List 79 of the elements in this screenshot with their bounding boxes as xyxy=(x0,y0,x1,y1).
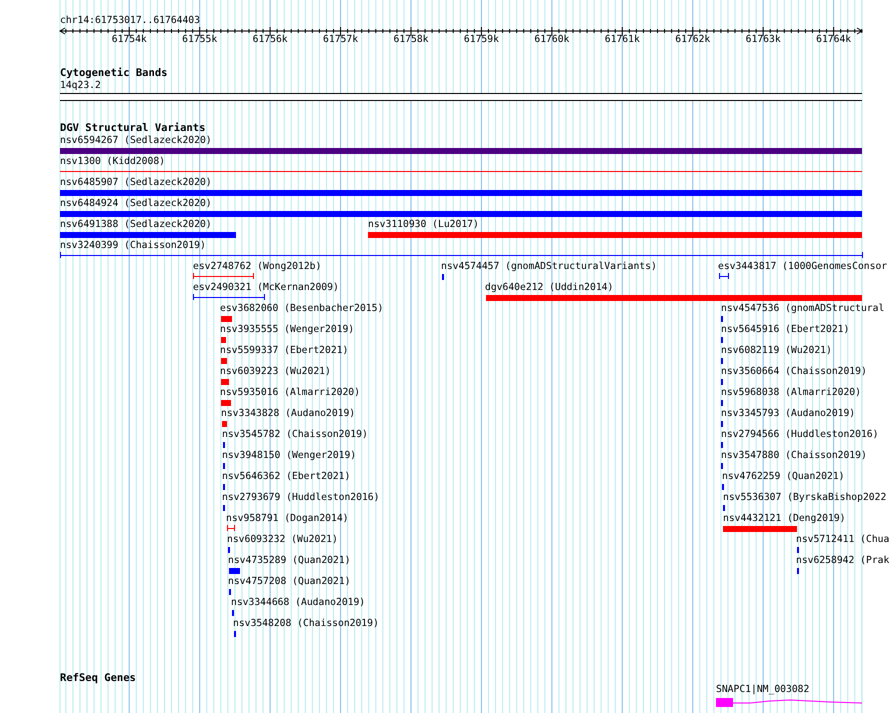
feature-bar[interactable] xyxy=(221,400,231,406)
feature-label: nsv3935555 (Wenger2019) xyxy=(220,324,354,336)
feature-label: nsv6484924 (Sedlazeck2020) xyxy=(60,198,212,210)
ruler-label: 61760k xyxy=(534,34,570,46)
feature-label: nsv3345793 (Audano2019) xyxy=(721,408,856,420)
ruler-label: 61759k xyxy=(464,34,499,46)
feature-span[interactable] xyxy=(193,273,254,279)
feature-bar[interactable] xyxy=(222,421,227,427)
gene-model[interactable] xyxy=(716,698,863,707)
feature-label: nsv3560664 (Chaisson2019) xyxy=(721,366,867,378)
feature-bar[interactable] xyxy=(486,295,862,301)
feature-label: nsv6594267 (Sedlazeck2020) xyxy=(60,135,212,147)
feature-label: nsv2793679 (Huddleston2016) xyxy=(222,492,380,504)
feature-label: nsv1300 (Kidd2008) xyxy=(60,156,165,168)
feature-label: esv2748762 (Wong2012b) xyxy=(193,261,322,273)
feature-label: nsv4735289 (Quan2021) xyxy=(228,555,350,567)
feature-span[interactable] xyxy=(60,252,863,258)
track-title: RefSeq Genes xyxy=(60,672,136,685)
ruler-label: 61758k xyxy=(393,34,428,46)
feature-label: nsv6093232 (Wu2021) xyxy=(227,534,338,546)
feature-label: nsv3343828 (Audano2019) xyxy=(221,408,356,420)
track-title: Cytogenetic Bands xyxy=(60,67,168,80)
feature-bar[interactable] xyxy=(368,232,862,238)
feature-label: nsv5935016 (Almarri2020) xyxy=(220,387,360,399)
band-label: 14q23.2 xyxy=(60,80,101,92)
feature-span[interactable] xyxy=(227,525,235,531)
feature-label: nsv5968038 (Almarri2020) xyxy=(721,387,861,399)
feature-label: nsv958791 (Dogan2014) xyxy=(226,513,348,525)
ruler-label: 61754k xyxy=(112,34,147,46)
feature-label: nsv6039223 (Wu2021) xyxy=(220,366,331,378)
feature-label: esv3443817 (1000GenomesConsor xyxy=(718,261,888,273)
feature-label: dgv640e212 (Uddin2014) xyxy=(485,282,614,294)
feature-label: nsv3948150 (Wenger2019) xyxy=(222,450,356,462)
ruler-label: 61761k xyxy=(604,34,640,46)
feature-label: nsv3545782 (Chaisson2019) xyxy=(222,429,368,441)
feature-span[interactable] xyxy=(719,273,729,279)
ruler-label: 61755k xyxy=(182,34,218,46)
feature-bar[interactable] xyxy=(229,568,240,574)
feature-label: nsv5646362 (Ebert2021) xyxy=(222,471,350,483)
feature-label: nsv5599337 (Ebert2021) xyxy=(220,345,348,357)
ruler-label: 61757k xyxy=(323,34,358,46)
feature-label: nsv6258942 (Prak xyxy=(796,555,890,567)
feature-bar[interactable] xyxy=(723,526,797,532)
feature-label: nsv6491388 (Sedlazeck2020) xyxy=(60,219,212,231)
feature-bar[interactable] xyxy=(60,190,862,196)
feature-label: nsv6485907 (Sedlazeck2020) xyxy=(60,177,212,189)
gene-label: SNAPC1|NM_003082 xyxy=(716,684,810,696)
track-title: DGV Structural Variants xyxy=(60,122,206,135)
feature-label: nsv6082119 (Wu2021) xyxy=(721,345,832,357)
feature-bar[interactable] xyxy=(60,232,236,238)
feature-label: nsv3547880 (Chaisson2019) xyxy=(721,450,867,462)
feature-bar[interactable] xyxy=(60,148,862,154)
feature-bar[interactable] xyxy=(221,337,226,343)
feature-bar[interactable] xyxy=(221,316,232,322)
feature-label: nsv3548208 (Chaisson2019) xyxy=(233,618,379,630)
feature-label: nsv4432121 (Deng2019) xyxy=(723,513,846,525)
feature-bar[interactable] xyxy=(60,211,862,217)
ruler-label: 61763k xyxy=(746,34,781,46)
feature-label: esv2490321 (McKernan2009) xyxy=(193,282,339,294)
feature-label: nsv4574457 (gnomADStructuralVariants) xyxy=(441,261,657,273)
feature-label: nsv5536307 (ByrskaBishop2022 xyxy=(723,492,886,504)
feature-label: esv3682060 (Besenbacher2015) xyxy=(220,303,384,315)
feature-label: nsv5712411 (Chua xyxy=(796,534,890,546)
feature-bar[interactable] xyxy=(221,379,229,385)
feature-label: nsv5645916 (Ebert2021) xyxy=(721,324,850,336)
feature-label: nsv4757208 (Quan2021) xyxy=(228,576,350,588)
ruler-label: 61762k xyxy=(675,34,710,46)
ruler-label: 61756k xyxy=(252,34,288,46)
feature-label: nsv2794566 (Huddleston2016) xyxy=(721,429,878,441)
feature-span[interactable] xyxy=(193,294,265,300)
feature-line[interactable] xyxy=(60,171,862,172)
locus-label: chr14:61753017..61764403 xyxy=(60,15,200,27)
feature-bar[interactable] xyxy=(221,358,227,364)
feature-label: nsv3344668 (Audano2019) xyxy=(231,597,366,609)
ruler-label: 61764k xyxy=(816,34,852,46)
feature-label: nsv3110930 (Lu2017) xyxy=(368,219,479,231)
feature-label: nsv4762259 (Quan2021) xyxy=(722,471,844,483)
feature-label: nsv4547536 (gnomADStructural xyxy=(721,303,884,315)
feature-label: nsv3240399 (Chaisson2019) xyxy=(60,240,206,252)
